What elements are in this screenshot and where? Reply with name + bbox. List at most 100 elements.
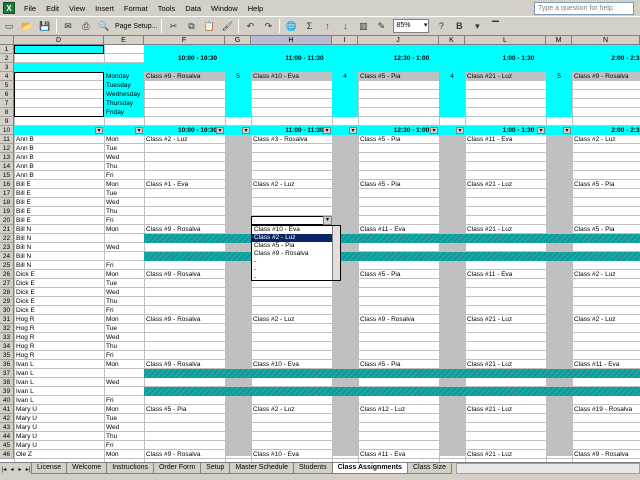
column-header-d[interactable]: D [14,36,104,45]
bold-icon[interactable]: B [451,18,467,34]
row-header[interactable]: 46 [0,450,14,459]
dropdown-option[interactable]: Class #10 - Eva [252,226,340,234]
menu-data[interactable]: Data [180,1,206,16]
dropdown-option[interactable]: Class #9 - Rosalva [252,250,340,258]
row-header[interactable]: 22 [0,234,14,243]
class-assignment[interactable]: Class #10 - Eva [251,450,332,459]
row-header[interactable]: 14 [0,162,14,171]
row-header[interactable]: 43 [0,423,14,432]
sheet-tab-setup[interactable]: Setup [200,463,231,474]
fill-color-icon[interactable]: ▾ [469,18,485,34]
sheet-tab-welcome[interactable]: Welcome [66,463,108,474]
row-header[interactable]: 12 [0,144,14,153]
row-header[interactable]: 1 [0,45,14,54]
menu-help[interactable]: Help [243,1,268,16]
autofilter-dropdown-icon[interactable]: ▾ [537,127,545,134]
cell-dropdown-icon[interactable]: ▾ [323,216,332,225]
autofilter-dropdown-icon[interactable]: ▾ [216,127,224,134]
column-header-l[interactable]: L [465,36,546,45]
row-header[interactable]: 44 [0,432,14,441]
class-assignment[interactable]: Class #9 - Rosalva [144,315,225,324]
prev-sheet-icon[interactable]: ◂ [8,465,16,475]
sort-ascending-icon[interactable]: ↑ [319,18,335,34]
class-assignment[interactable]: Class #5 - Pia [358,180,439,189]
autofilter-dropdown-icon[interactable]: ▾ [323,127,331,134]
menu-view[interactable]: View [64,1,90,16]
class-assignment[interactable]: Class #5 - Pia [358,270,439,279]
class-assignment[interactable]: Class #2 - Luz [251,405,332,414]
class-assignment[interactable]: Class #5 - Pia [144,405,225,414]
new-icon[interactable]: ▭ [1,18,17,34]
dropdown-option[interactable]: Class #2 - Luz [252,234,340,242]
paste-icon[interactable]: 📋 [201,18,217,34]
column-header-e[interactable]: E [104,36,144,45]
redo-icon[interactable]: ↷ [260,18,276,34]
horizontal-scrollbar[interactable] [456,463,640,474]
class-assignment[interactable]: Class #11 - Eva [358,225,439,234]
row-header[interactable]: 5 [0,81,14,90]
help-search-input[interactable]: Type a question for help [534,2,634,15]
autofilter-dropdown-icon[interactable]: ▾ [95,127,103,134]
hyperlink-icon[interactable]: 🌐 [283,18,299,34]
row-header[interactable]: 28 [0,288,14,297]
row-header[interactable]: 26 [0,270,14,279]
class-assignment[interactable]: Class #9 - Rosalva [144,225,225,234]
class-assignment[interactable]: Class #11 - Eva [358,450,439,459]
class-assignment[interactable]: Class #5 - Pia [572,180,640,189]
row-header[interactable]: 33 [0,333,14,342]
class-assignment[interactable]: Class #2 - Luz [251,315,332,324]
class-assignment[interactable]: Class #9 - Rosalva [144,270,225,279]
row-header[interactable]: 13 [0,153,14,162]
cut-icon[interactable]: ✂ [165,18,181,34]
class-assignment[interactable]: Class #2 - Luz [572,135,640,144]
row-header[interactable]: 15 [0,171,14,180]
open-icon[interactable]: 📂 [19,18,35,34]
class-assignment[interactable]: Class #9 - Rosalva [572,450,640,459]
class-assignment[interactable]: Class #11 - Eva [465,135,546,144]
column-header-j[interactable]: J [358,36,439,45]
sheet-tab-instructions[interactable]: Instructions [106,463,154,474]
autofilter-dropdown-icon[interactable]: ▾ [349,127,357,134]
class-assignment[interactable]: Class #11 - Eva [572,360,640,369]
sheet-tab-license[interactable]: License [31,463,68,474]
column-header-g[interactable]: G [225,36,251,45]
class-assignment[interactable]: Class #12 - Luz [358,405,439,414]
menu-window[interactable]: Window [206,1,243,16]
active-cell[interactable] [251,216,332,225]
class-assignment[interactable]: Class #10 - Eva [251,360,332,369]
row-header[interactable]: 4 [0,72,14,81]
format-painter-icon[interactable]: 🖌 [219,18,235,34]
email-icon[interactable]: ✉ [60,18,76,34]
row-header[interactable]: 35 [0,351,14,360]
row-header[interactable]: 8 [0,108,14,117]
sheet-tab-class-size[interactable]: Class Size [406,463,453,474]
menu-format[interactable]: Format [119,1,153,16]
class-assignment[interactable]: Class #9 - Rosalva [144,360,225,369]
row-header[interactable]: 27 [0,279,14,288]
note-box[interactable] [14,72,104,117]
row-header[interactable]: 31 [0,315,14,324]
class-assignment[interactable]: Class #21 - Luz [465,180,546,189]
row-header[interactable]: 29 [0,297,14,306]
sheet-tab-master-schedule[interactable]: Master Schedule [229,463,294,474]
zoom-select[interactable]: 85% [393,19,430,33]
column-header-k[interactable]: K [439,36,465,45]
dropdown-option[interactable]: - [252,258,340,266]
sort-descending-icon[interactable]: ↓ [337,18,353,34]
dropdown-scrollbar[interactable] [332,226,340,280]
drawing-icon[interactable]: ✎ [373,18,389,34]
save-icon[interactable]: 💾 [37,18,53,34]
row-header[interactable]: 9 [0,117,14,126]
border-icon[interactable]: ▔ [487,18,503,34]
row-header[interactable]: 17 [0,189,14,198]
column-header-i[interactable]: I [332,36,358,45]
class-assignment[interactable]: Class #11 - Eva [465,270,546,279]
menu-file[interactable]: File [19,1,41,16]
row-header[interactable]: 45 [0,441,14,450]
autofilter-dropdown-icon[interactable]: ▾ [563,127,571,134]
row-header[interactable]: 3 [0,63,14,72]
select-all-corner[interactable] [0,36,14,45]
print-preview-icon[interactable]: 🔍 [96,18,112,34]
class-assignment[interactable]: Class #21 - Luz [465,315,546,324]
validation-dropdown-list[interactable]: Class #10 - Eva Class #2 - Luz Class #5 - … [251,225,341,281]
